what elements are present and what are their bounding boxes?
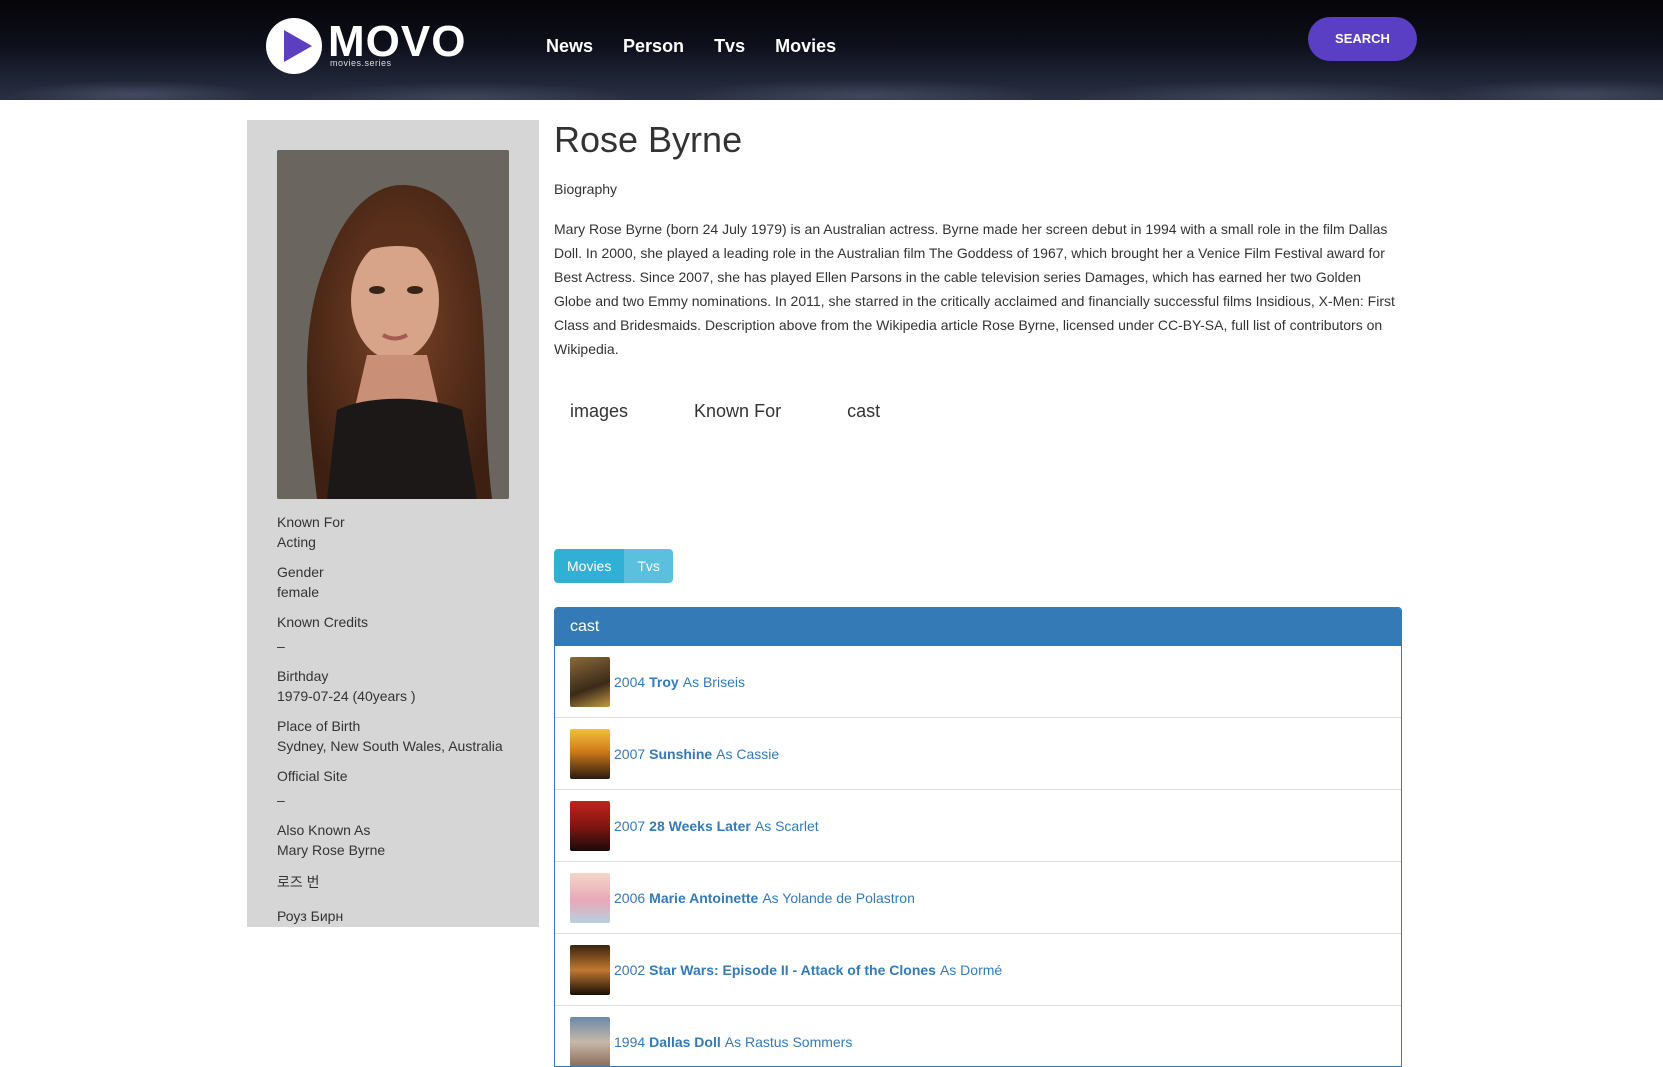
also-known-as-item: Mary Rose Byrne [277, 842, 386, 858]
also-known-as-item: 로즈 번 [277, 874, 320, 890]
credit-row[interactable]: 1994 Dallas Doll As Rastus Sommers [555, 1006, 1401, 1066]
credit-title[interactable]: Star Wars: Episode II - Attack of the Cl… [649, 962, 936, 978]
movie-poster-thumbnail [570, 872, 610, 923]
credit-row[interactable]: 2006 Marie Antoinette As Yolande de Pola… [555, 862, 1401, 934]
credit-role: As Scarlet [754, 817, 819, 834]
birthday-value: 1979-07-24 (40years ) [277, 688, 416, 704]
known-credits-label: Known Credits [277, 614, 369, 630]
birthday-label: Birthday [277, 668, 329, 684]
known-for-block: Known For Acting [277, 512, 527, 552]
tvs-toggle-button[interactable]: Tvs [624, 549, 673, 583]
gender-block: Gender female [277, 562, 527, 602]
biography-text: Mary Rose Byrne (born 24 July 1979) is a… [554, 221, 1395, 357]
credit-year: 2004 [614, 673, 646, 690]
place-of-birth-block: Place of Birth Sydney, New South Wales, … [277, 716, 527, 756]
gender-label: Gender [277, 564, 324, 580]
credit-role: As Yolande de Polastron [762, 889, 915, 906]
known-for-value: Acting [277, 534, 316, 550]
birthday-block: Birthday 1979-07-24 (40years ) [277, 666, 527, 706]
nav-person[interactable]: Person [623, 36, 684, 57]
credit-title[interactable]: Sunshine [649, 746, 712, 762]
portrait-image [277, 150, 509, 499]
person-tabs: images Known For cast [554, 401, 1402, 422]
nav-news[interactable]: News [546, 36, 593, 57]
profile-photo [277, 150, 509, 499]
credit-title[interactable]: Dallas Doll [649, 1034, 721, 1050]
credit-row[interactable]: 2002 Star Wars: Episode II - Attack of t… [555, 934, 1401, 1006]
also-known-as-label: Also Known As [277, 822, 371, 838]
movie-poster-thumbnail [570, 728, 610, 779]
credit-year: 2007 [614, 745, 646, 762]
logo-subtitle: movies.series [330, 58, 392, 68]
movies-toggle-button[interactable]: Movies [554, 549, 625, 583]
credit-year: 1994 [614, 1033, 646, 1050]
credit-role: As Cassie [716, 745, 780, 762]
person-sidebar: Known For Acting Gender female Known Cre… [247, 120, 539, 927]
biography-label: Biography [554, 181, 618, 197]
play-logo-icon [266, 18, 322, 74]
tab-cast[interactable]: cast [831, 401, 896, 422]
official-site-label: Official Site [277, 768, 348, 784]
credit-role: As Dormé [939, 961, 1003, 978]
credit-role: As Briseis [682, 673, 745, 690]
media-type-toggle: Movies Tvs [554, 549, 673, 583]
credit-role: As Rastus Sommers [724, 1033, 853, 1050]
cast-panel: cast 2004 Troy As Briseis 2007 Sunshine … [554, 607, 1402, 1067]
search-button[interactable]: SEARCH [1308, 17, 1417, 61]
credit-row[interactable]: 2004 Troy As Briseis [555, 646, 1401, 718]
place-of-birth-label: Place of Birth [277, 718, 361, 734]
movie-poster-thumbnail [570, 944, 610, 995]
main-nav: News Person Tvs Movies [546, 36, 836, 57]
credit-title[interactable]: Marie Antoinette [649, 890, 758, 906]
known-credits-block: Known Credits – [277, 612, 527, 656]
gender-value: female [277, 584, 320, 600]
person-main: Rose Byrne Biography Mary Rose Byrne (bo… [554, 115, 1402, 1067]
cast-panel-title: cast [555, 608, 1401, 646]
official-site-value: – [277, 792, 285, 808]
known-for-label: Known For [277, 514, 345, 530]
credit-row[interactable]: 2007 Sunshine As Cassie [555, 718, 1401, 790]
site-logo[interactable]: MOVO movies.series [266, 18, 466, 76]
movie-poster-thumbnail [570, 800, 610, 851]
top-navbar: MOVO movies.series News Person Tvs Movie… [0, 0, 1663, 100]
also-known-as-block: Also Known As Mary Rose Byrne 로즈 번 Роуз … [277, 820, 527, 926]
movie-poster-thumbnail [570, 1016, 610, 1066]
tab-known-for[interactable]: Known For [678, 401, 797, 422]
tab-images[interactable]: images [554, 401, 644, 422]
credit-title[interactable]: 28 Weeks Later [649, 818, 751, 834]
person-name: Rose Byrne [554, 119, 743, 160]
movie-poster-thumbnail [570, 656, 610, 707]
also-known-as-item: Роуз Бирн [277, 908, 344, 924]
person-info: Known For Acting Gender female Known Cre… [277, 512, 527, 936]
credit-title[interactable]: Troy [649, 674, 679, 690]
place-of-birth-value: Sydney, New South Wales, Australia [277, 738, 503, 754]
credit-row[interactable]: 2007 28 Weeks Later As Scarlet [555, 790, 1401, 862]
nav-movies[interactable]: Movies [775, 36, 836, 57]
official-site-block: Official Site – [277, 766, 527, 810]
nav-tvs[interactable]: Tvs [714, 36, 745, 57]
credit-year: 2002 [614, 961, 646, 978]
credit-year: 2007 [614, 817, 646, 834]
credit-year: 2006 [614, 889, 646, 906]
known-credits-value: – [277, 638, 285, 654]
